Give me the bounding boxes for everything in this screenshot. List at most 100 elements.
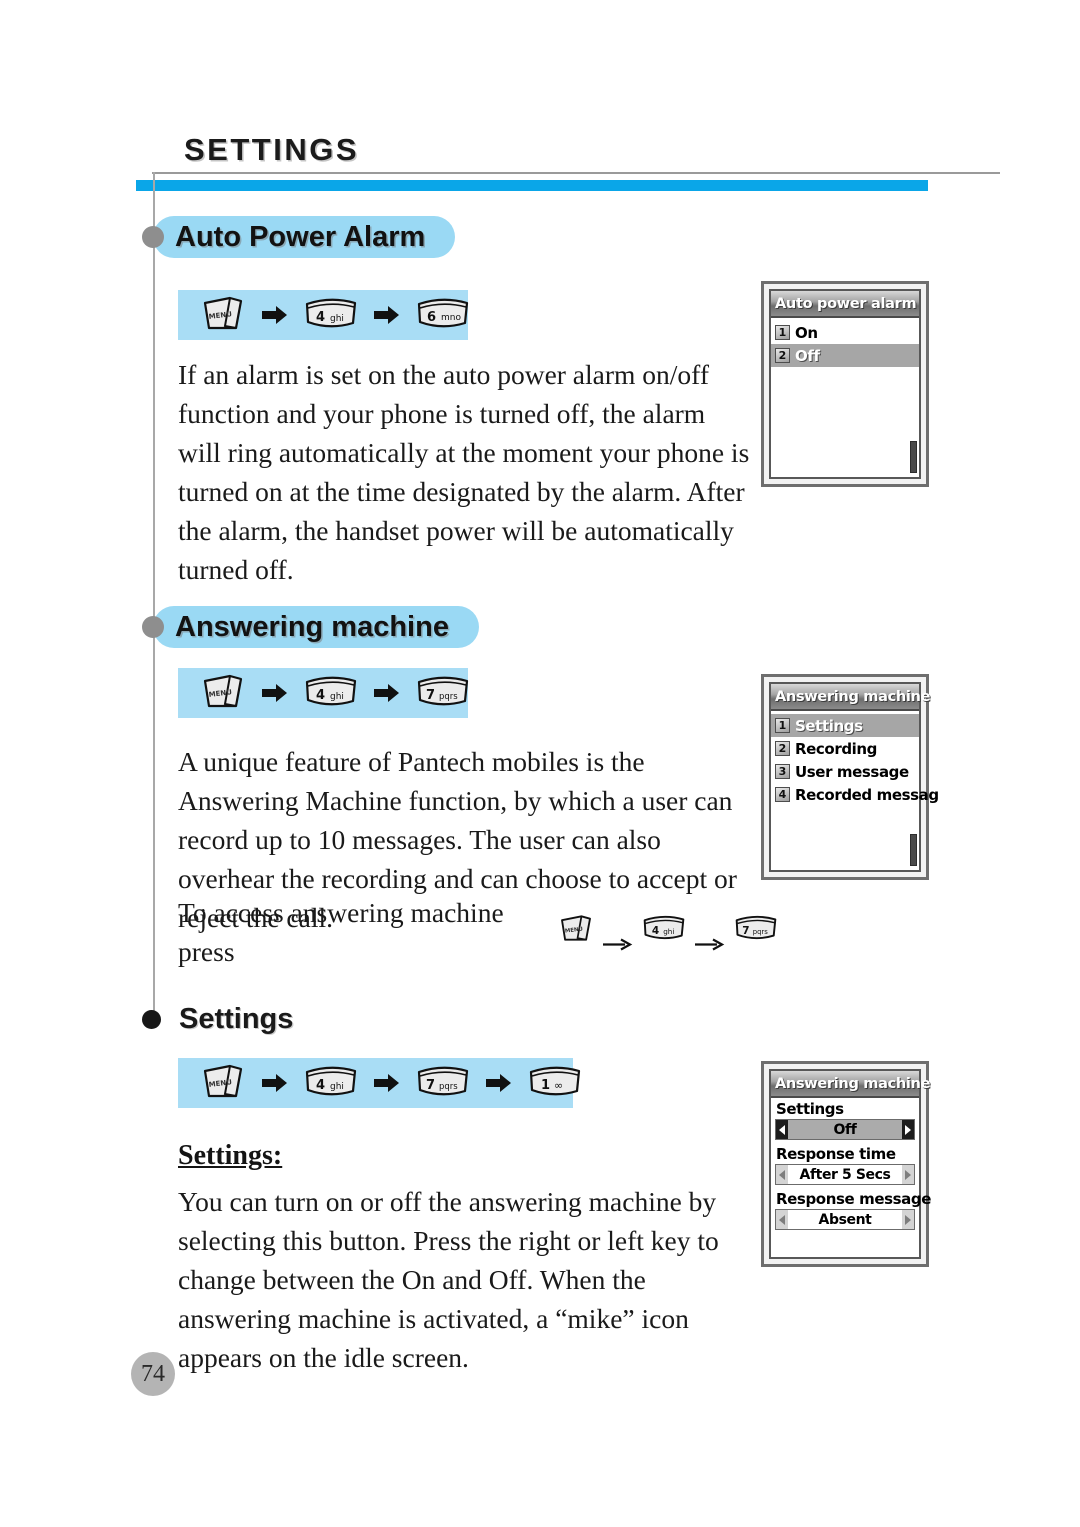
chevron-right-icon[interactable] [902,1165,914,1184]
list-item-number: 1 [775,718,790,733]
left-spine-line [153,172,155,1017]
form-field-value: Absent [818,1211,872,1228]
arrow-right-icon [374,1073,400,1093]
arrow-right-icon [374,683,400,703]
form-field-label: Settings [776,1100,844,1118]
key-sequence-settings: MENU 4 ghi 7 pqrs 1 ∞ [178,1058,581,1108]
svg-text:ghi: ghi [330,692,344,702]
list-item[interactable]: 2 Recording [771,737,919,760]
section-bullet-icon [142,1009,161,1029]
list-item[interactable]: 2 Off [771,344,919,367]
paragraph-settings: You can turn on or off the answering mac… [178,1186,719,1373]
header-rule-gray [152,172,1000,174]
svg-text:pqrs: pqrs [439,1082,458,1092]
svg-text:7: 7 [426,1078,435,1093]
arrow-right-icon [486,1073,512,1093]
key-7-icon: 7 pqrs [416,1063,470,1104]
svg-text:7: 7 [426,688,435,703]
form-field-value: Off [833,1121,857,1138]
form-field-spinner-response-time[interactable]: After 5 Secs [775,1164,915,1185]
arrow-right-icon [603,924,633,951]
svg-text:7: 7 [742,924,749,936]
section-heading-auto-power-alarm: Auto Power Alarm [142,216,456,258]
header-rule-blue [136,180,928,191]
list-item[interactable]: 1 On [771,321,919,344]
list-item-label: User message [795,762,909,781]
screen-title-label: Answering machine [775,688,931,705]
key-sequence-answering-machine: MENU 4 ghi 7 pqrs [178,668,470,718]
key-4-icon: 4 ghi [304,1063,358,1104]
list-item-number: 2 [775,741,790,756]
form-field-label: Response time [776,1145,896,1163]
list-item-label: Recording [795,739,878,758]
section-heading-label: Auto Power Alarm [175,220,426,253]
screen-menu-list: 1 On 2 Off [771,318,919,367]
arrow-right-icon [262,305,288,325]
section-heading-label: Settings [179,1002,294,1035]
key-7-icon: 7 pqrs [734,913,778,952]
subheading-settings: Settings: [178,1140,283,1171]
form-field-label: Response message [776,1190,931,1208]
list-item-number: 1 [775,325,790,340]
section-heading-answering-machine: Answering machine [142,606,479,648]
list-item-label: On [795,323,818,342]
svg-text:4: 4 [652,924,659,936]
form-field-spinner-response-message[interactable]: Absent [775,1209,915,1230]
svg-text:∞: ∞ [554,1079,563,1092]
list-item-number: 4 [775,787,790,802]
access-instruction-label: To access answering machine press [178,897,504,967]
list-item-number: 2 [775,348,790,363]
screen-title-label: Auto power alarm [775,295,917,312]
screen-menu-list: 1 Settings 2 Recording 3 User message 4 … [771,711,939,806]
list-item-number: 3 [775,764,790,779]
screen-title-bar: Answering machine [771,684,930,711]
chevron-left-icon[interactable] [776,1120,788,1139]
key-7-icon: 7 pqrs [416,673,470,714]
chevron-left-icon[interactable] [776,1165,788,1184]
key-1-icon: 1 ∞ [528,1063,582,1104]
svg-text:pqrs: pqrs [753,927,768,935]
svg-text:4: 4 [316,1078,325,1093]
chevron-left-icon[interactable] [776,1210,788,1229]
scrollbar-thumb[interactable] [910,441,917,473]
page-number: 74 [131,1352,175,1396]
svg-text:4: 4 [316,688,325,703]
section-heading-settings: Settings [142,998,294,1040]
list-item[interactable]: 3 User message [771,760,919,783]
screen-title-label: Answering machine [775,1075,931,1092]
page-title: SETTINGS [184,132,360,167]
key-sequence-auto-power-alarm: MENU 4 ghi 6 mno [178,290,470,340]
key-menu-icon: MENU [200,295,246,336]
arrow-right-icon [262,683,288,703]
list-item[interactable]: 4 Recorded messag [771,783,939,806]
chevron-right-icon[interactable] [902,1210,914,1229]
access-instruction-row: To access answering machine press MENU 4… [178,893,778,971]
key-menu-icon: MENU [200,673,246,714]
arrow-right-icon [262,1073,288,1093]
key-4-icon: 4 ghi [304,673,358,714]
svg-text:6: 6 [427,310,436,325]
section-heading-label: Answering machine [175,610,449,643]
svg-text:1: 1 [541,1078,550,1093]
screen-title-bar: Auto power alarm [771,291,919,318]
phone-inner-frame: Answering machine Settings Off Response … [769,1069,931,1259]
key-menu-icon: MENU [200,1063,246,1104]
svg-text:ghi: ghi [330,1082,344,1092]
phone-inner-frame: Auto power alarm 1 On 2 Off [769,289,921,479]
phone-screen-answering-machine-menu: Answering machine 1 Settings 2 Recording… [761,674,939,880]
form-field-spinner-settings[interactable]: Off [775,1119,915,1140]
list-item[interactable]: 1 Settings [771,714,919,737]
phone-inner-frame: Answering machine 1 Settings 2 Recording… [769,682,939,872]
chevron-right-icon[interactable] [902,1120,914,1139]
phone-screen-auto-power-alarm: Auto power alarm 1 On 2 Off [761,281,929,487]
key-4-icon: 4 ghi [304,295,358,336]
screen-form: Settings Off Response time After 5 Secs … [771,1098,931,1230]
section-bullet-icon [142,226,164,248]
scrollbar-thumb[interactable] [910,834,917,866]
phone-screen-answering-machine-settings: Answering machine Settings Off Response … [761,1061,931,1267]
key-6-icon: 6 mno [416,295,470,336]
screen-title-bar: Answering machine [771,1071,930,1098]
arrow-right-icon [695,924,725,951]
key-4-icon: 4 ghi [642,913,686,952]
section-pill: Auto Power Alarm [153,216,456,258]
